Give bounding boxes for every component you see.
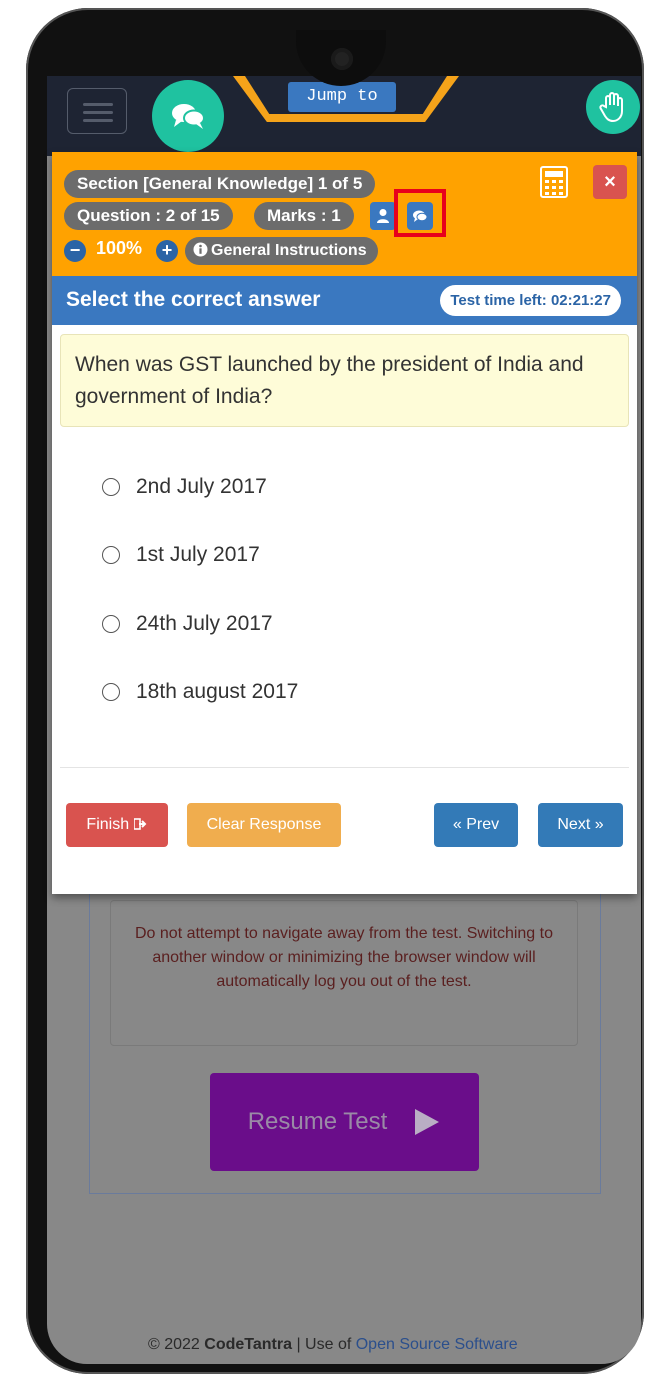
- marks-label: Marks : 1: [254, 202, 354, 230]
- menu-button[interactable]: [67, 88, 127, 134]
- option-label: 2nd July 2017: [136, 475, 267, 498]
- open-source-link[interactable]: Open Source Software: [356, 1336, 518, 1353]
- option-2[interactable]: 1st July 2017: [102, 538, 260, 572]
- play-icon: [415, 1109, 440, 1135]
- zoom-in-icon: +: [161, 240, 173, 260]
- sign-out-icon: [132, 818, 146, 830]
- user-icon: [377, 209, 389, 223]
- camera: [331, 48, 353, 70]
- highlight-box: [394, 189, 446, 237]
- option-label: 18th august 2017: [136, 680, 299, 703]
- option-radio[interactable]: [102, 683, 120, 701]
- divider: [60, 767, 629, 768]
- question-modal: Section [General Knowledge] 1 of 5 Quest…: [52, 152, 637, 894]
- option-label: 1st July 2017: [136, 543, 260, 566]
- clear-response-button[interactable]: Clear Response: [187, 803, 341, 847]
- prompt-title: Select the correct answer: [66, 288, 321, 311]
- footer-brand: CodeTantra: [204, 1336, 292, 1353]
- option-4[interactable]: 18th august 2017: [102, 675, 298, 709]
- general-instructions-button[interactable]: General Instructions: [185, 237, 378, 265]
- option-label: 24th July 2017: [136, 612, 273, 635]
- footer: © 2022 CodeTantra | Use of Open Source S…: [148, 1336, 518, 1353]
- jump-to-button[interactable]: Jump to: [288, 82, 396, 112]
- option-radio[interactable]: [102, 615, 120, 633]
- option-3[interactable]: 24th July 2017: [102, 607, 273, 641]
- zoom-out-icon: −: [69, 240, 81, 260]
- zoom-value: 100%: [96, 238, 143, 258]
- close-icon: ×: [604, 171, 616, 193]
- chat-icon: [172, 104, 205, 129]
- warning-text: Do not attempt to navigate away from the…: [135, 925, 553, 990]
- raise-hand-button[interactable]: [586, 80, 640, 134]
- resume-label: Resume Test: [247, 1108, 388, 1135]
- question-text: When was GST launched by the president o…: [60, 334, 629, 427]
- resume-test-button[interactable]: Resume Test: [210, 1073, 479, 1171]
- question-counter: Question : 2 of 15: [64, 202, 233, 230]
- option-radio[interactable]: [102, 478, 120, 496]
- info-icon: [193, 242, 208, 257]
- hand-icon: [599, 92, 623, 123]
- prompt-bar: Select the correct answer Test time left…: [52, 276, 637, 325]
- time-left-badge: Test time left: 02:21:27: [440, 285, 621, 316]
- section-label: Section [General Knowledge] 1 of 5: [64, 170, 376, 198]
- prev-button[interactable]: « Prev: [434, 803, 518, 847]
- finish-button[interactable]: Finish: [66, 803, 168, 847]
- option-radio[interactable]: [102, 546, 120, 564]
- top-bar: Jump to: [47, 76, 641, 156]
- chat-button[interactable]: [152, 80, 224, 152]
- calculator-icon[interactable]: [540, 166, 568, 198]
- question-header: Section [General Knowledge] 1 of 5 Quest…: [52, 152, 637, 276]
- option-1[interactable]: 2nd July 2017: [102, 470, 267, 504]
- profile-button[interactable]: [370, 202, 396, 230]
- zoom-in-button[interactable]: +: [156, 240, 178, 262]
- next-button[interactable]: Next »: [538, 803, 623, 847]
- zoom-out-button[interactable]: −: [64, 240, 86, 262]
- close-button[interactable]: ×: [593, 165, 627, 199]
